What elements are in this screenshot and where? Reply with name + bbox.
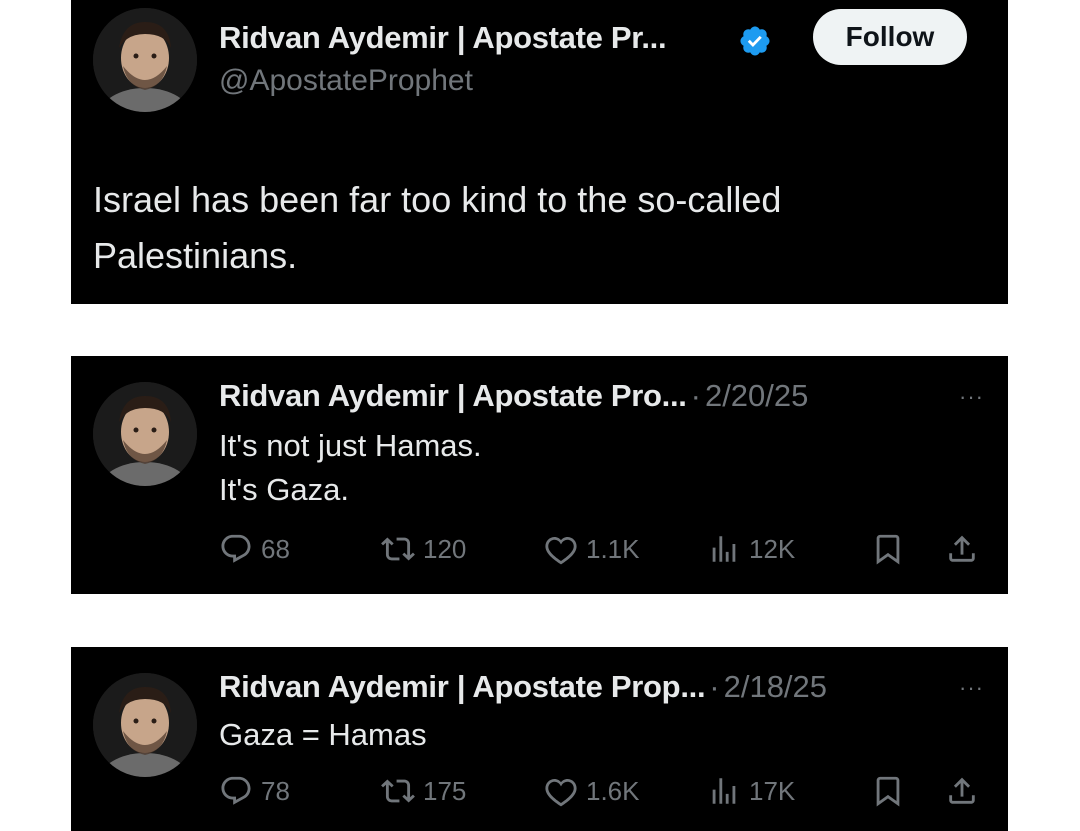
retweet-icon xyxy=(381,779,415,803)
avatar[interactable] xyxy=(93,673,197,777)
handle[interactable]: @ApostateProphet xyxy=(219,64,473,98)
like-count: 1.6K xyxy=(586,775,640,806)
retweet-count: 175 xyxy=(423,775,467,806)
follow-button[interactable]: Follow xyxy=(813,9,967,65)
views-chart-icon xyxy=(712,536,736,562)
display-name[interactable]: Ridvan Aydemir | Apostate Pro... xyxy=(219,378,687,413)
bookmark-button[interactable] xyxy=(871,532,905,566)
tweet-text-line: It's not just Hamas. xyxy=(219,428,482,463)
reply-count: 68 xyxy=(261,533,290,564)
more-options-icon[interactable]: ··· xyxy=(959,675,984,701)
tweet-header: Ridvan Aydemir | Apostate Pro... · 2/20/25 xyxy=(219,378,808,414)
like-button[interactable]: 1.1K xyxy=(544,532,640,566)
display-name[interactable]: Ridvan Aydemir | Apostate Prop... xyxy=(219,669,706,704)
tweet-text-line: Palestinians. xyxy=(93,235,298,276)
share-button[interactable] xyxy=(945,774,979,808)
tweet-text: Israel has been far too kind to the so-c… xyxy=(93,172,973,284)
verified-badge-icon xyxy=(740,26,770,56)
share-button[interactable] xyxy=(945,532,979,566)
heart-icon xyxy=(545,778,577,807)
tweet-header: Ridvan Aydemir | Apostate Prop... · 2/18/2… xyxy=(219,669,827,705)
display-name[interactable]: Ridvan Aydemir | Apostate Pr... xyxy=(219,20,667,56)
tweet-text: It's not just Hamas. It's Gaza. xyxy=(219,424,482,512)
separator: · xyxy=(709,669,720,704)
avatar[interactable] xyxy=(93,8,197,112)
tweet-date[interactable]: 2/20/25 xyxy=(705,378,808,413)
tweet-text: Gaza = Hamas xyxy=(219,713,427,757)
tweet-text-line: Israel has been far too kind to the so-c… xyxy=(93,179,782,220)
share-icon xyxy=(949,777,975,804)
reply-button[interactable]: 78 xyxy=(219,774,290,808)
tweet-text-line: Gaza = Hamas xyxy=(219,717,427,752)
separator: · xyxy=(690,378,701,413)
reply-button[interactable]: 68 xyxy=(219,532,290,566)
reply-count: 78 xyxy=(261,775,290,806)
retweet-icon xyxy=(381,537,415,561)
main-tweet-card: Ridvan Aydemir | Apostate Pr... @Apostat… xyxy=(71,0,1008,304)
share-icon xyxy=(949,535,975,562)
retweet-button[interactable]: 120 xyxy=(381,532,466,566)
reply-icon xyxy=(221,534,251,563)
bookmark-icon xyxy=(876,534,900,565)
retweet-count: 120 xyxy=(423,533,467,564)
reply-icon xyxy=(221,776,251,805)
reply-tweet-card[interactable]: Ridvan Aydemir | Apostate Pro... · 2/20/25… xyxy=(71,356,1008,594)
retweet-button[interactable]: 175 xyxy=(381,774,466,808)
like-button[interactable]: 1.6K xyxy=(544,774,640,808)
bookmark-icon xyxy=(876,776,900,807)
tweet-text-line: It's Gaza. xyxy=(219,472,349,507)
views-button[interactable]: 17K xyxy=(707,774,795,808)
reply-tweet-card[interactable]: Ridvan Aydemir | Apostate Prop... · 2/18/2… xyxy=(71,647,1008,831)
views-button[interactable]: 12K xyxy=(707,532,795,566)
tweet-date[interactable]: 2/18/25 xyxy=(724,669,827,704)
view-count: 12K xyxy=(749,533,796,564)
avatar[interactable] xyxy=(93,382,197,486)
more-options-icon[interactable]: ··· xyxy=(959,384,984,410)
action-bar: 68 120 1.1K 12K xyxy=(219,532,989,572)
views-chart-icon xyxy=(712,778,736,804)
heart-icon xyxy=(545,536,577,565)
like-count: 1.1K xyxy=(586,533,640,564)
action-bar: 78 175 1.6K 17K xyxy=(219,774,989,814)
view-count: 17K xyxy=(749,775,796,806)
bookmark-button[interactable] xyxy=(871,774,905,808)
